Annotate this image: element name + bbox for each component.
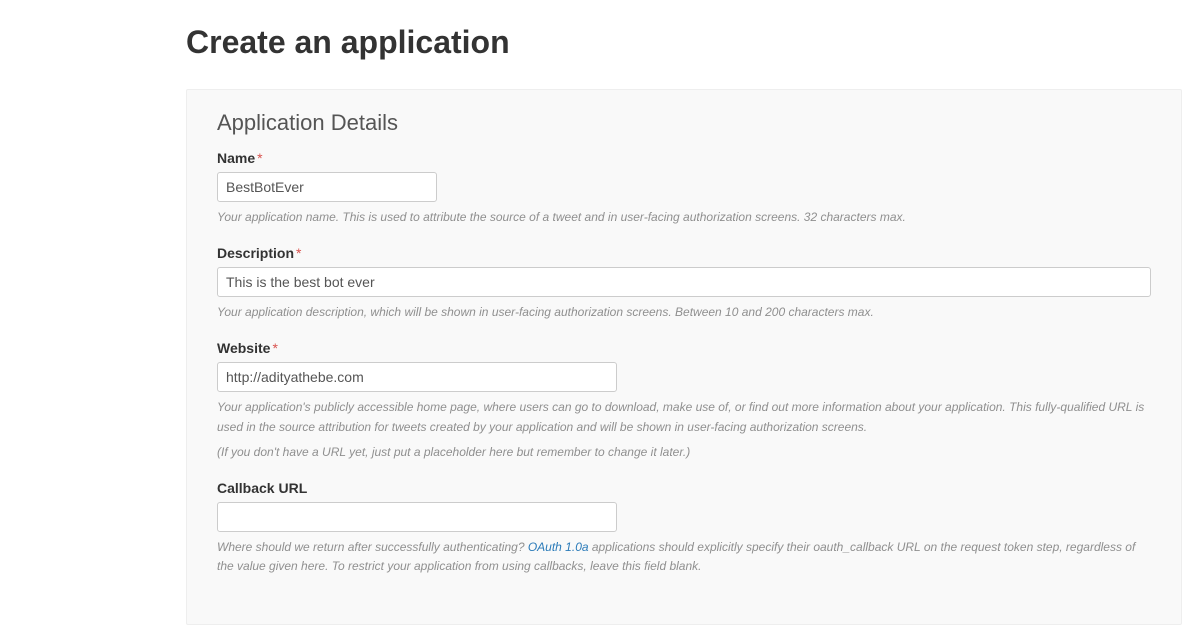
name-input[interactable] [217,172,437,202]
description-input[interactable] [217,267,1151,297]
field-callback: Callback URL Where should we return afte… [217,480,1151,576]
callback-input[interactable] [217,502,617,532]
callback-help: Where should we return after successfull… [217,538,1151,576]
name-help: Your application name. This is used to a… [217,208,1151,227]
name-label-text: Name [217,150,255,166]
application-details-panel: Application Details Name* Your applicati… [186,89,1182,625]
field-name: Name* Your application name. This is use… [217,150,1151,227]
field-description: Description* Your application descriptio… [217,245,1151,322]
required-mark: * [257,150,262,166]
website-label-text: Website [217,340,270,356]
website-help-1: Your application's publicly accessible h… [217,398,1151,436]
description-label: Description* [217,245,1151,261]
required-mark: * [272,340,277,356]
name-label: Name* [217,150,1151,166]
website-help-2: (If you don't have a URL yet, just put a… [217,443,1151,462]
callback-label: Callback URL [217,480,1151,496]
field-website: Website* Your application's publicly acc… [217,340,1151,462]
website-label: Website* [217,340,1151,356]
website-input[interactable] [217,362,617,392]
callback-label-text: Callback URL [217,480,307,496]
description-label-text: Description [217,245,294,261]
panel-heading: Application Details [217,110,1151,136]
required-mark: * [296,245,301,261]
description-help: Your application description, which will… [217,303,1151,322]
page-title: Create an application [186,24,1182,61]
